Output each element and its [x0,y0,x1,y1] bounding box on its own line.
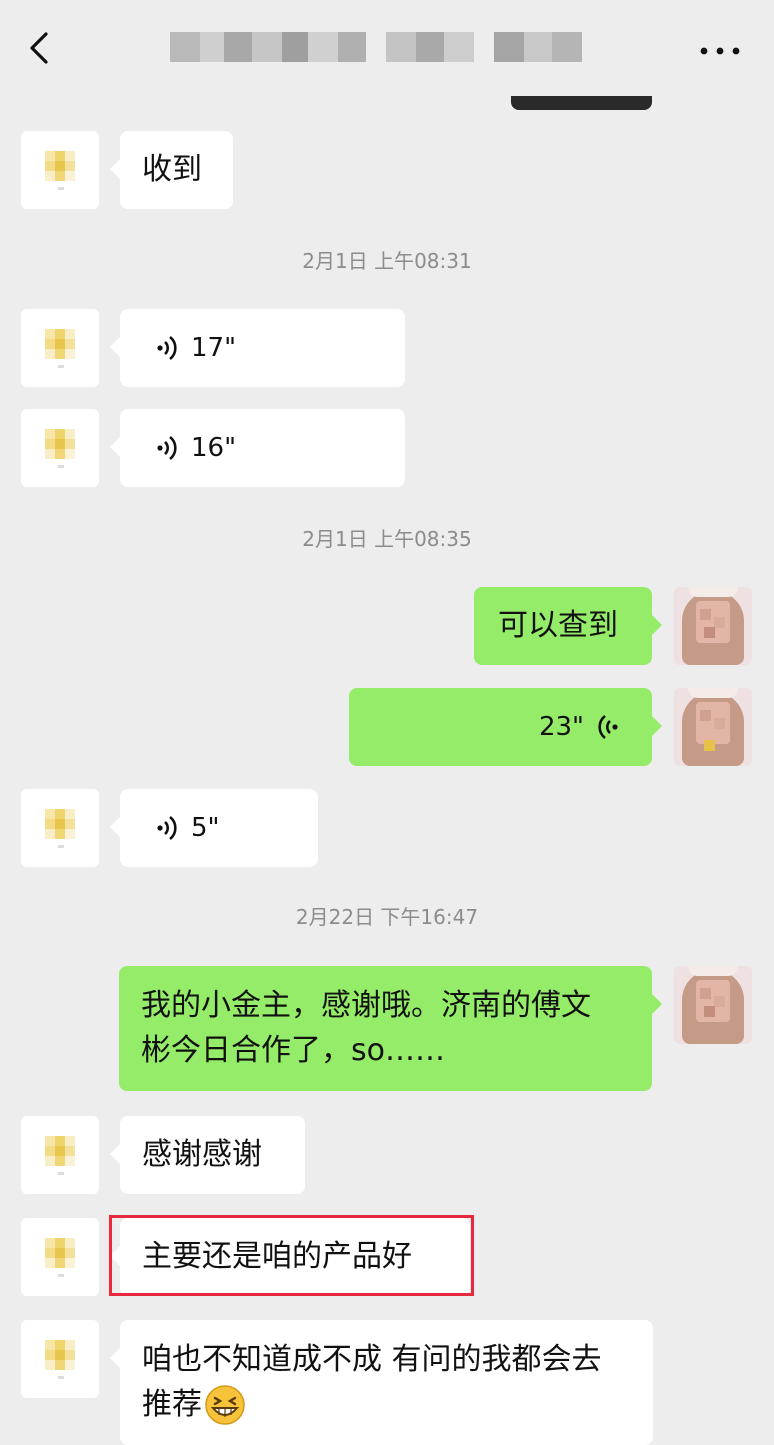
voice-duration: 16" [191,433,237,463]
my-avatar[interactable] [674,966,752,1044]
message-text: 主要还是咱的产品好 [142,1239,412,1274]
message-bubble-incoming[interactable]: 感谢感谢 [110,1116,305,1194]
voice-wave-icon [598,714,618,740]
redacted-avatar-image [45,429,77,461]
chevron-left-icon [30,32,48,64]
redacted-avatar-image [45,329,77,361]
voice-duration: 23" [538,712,584,742]
message-bubble-incoming[interactable]: 咱也不知道成不成 有问的我都会去 推荐 [110,1320,653,1445]
timestamp: 2月1日 上午08:31 [302,249,472,273]
message-text-line: 我的小金主，感谢哦。济南的傅文 [141,988,591,1023]
my-avatar[interactable] [674,587,752,665]
redacted-avatar-image [45,1340,77,1372]
voice-duration: 17" [191,333,237,363]
voice-wave-icon [157,815,177,841]
scroll-indicator [511,96,652,110]
voice-message-outgoing[interactable]: 23" [349,688,662,766]
timestamp: 2月1日 上午08:35 [302,527,472,551]
chat-title-redacted [170,32,595,62]
grin-emoji-icon [205,1384,245,1425]
message-text: 可以查到 [498,608,618,643]
voice-message-incoming[interactable]: 17" [110,309,405,387]
contact-avatar[interactable] [21,309,99,387]
voice-duration: 5" [191,813,220,843]
message-bubble-outgoing[interactable]: 可以查到 [474,587,662,665]
message-text: 收到 [142,152,202,187]
message-text-line: 彬今日合作了，so…… [141,1033,445,1068]
message-text-line: 咱也不知道成不成 有问的我都会去 [142,1342,602,1377]
voice-wave-icon [157,335,177,361]
top-bar [0,0,774,95]
voice-message-incoming[interactable]: 5" [110,789,318,867]
redacted-avatar-image [45,1238,77,1270]
contact-avatar[interactable] [21,1320,99,1398]
back-button[interactable] [20,28,60,68]
voice-wave-icon [157,435,177,461]
message-bubble-incoming[interactable]: 收到 [110,131,233,209]
more-dots-icon [700,47,740,55]
contact-avatar[interactable] [21,409,99,487]
my-avatar[interactable] [674,688,752,766]
contact-avatar[interactable] [21,131,99,209]
timestamp: 2月22日 下午16:47 [295,905,479,929]
contact-avatar[interactable] [21,1116,99,1194]
redacted-avatar-image [45,151,77,183]
more-options-button[interactable] [696,30,744,70]
contact-avatar[interactable] [21,789,99,867]
message-bubble-outgoing[interactable]: 我的小金主，感谢哦。济南的傅文 彬今日合作了，so…… [119,966,662,1091]
redacted-avatar-image [45,809,77,841]
message-text-line: 推荐 [142,1387,202,1422]
contact-avatar[interactable] [21,1218,99,1296]
voice-message-incoming[interactable]: 16" [110,409,405,487]
message-bubble-incoming[interactable]: 主要还是咱的产品好 [110,1218,470,1296]
message-text: 感谢感谢 [142,1137,262,1172]
redacted-avatar-image [45,1136,77,1168]
